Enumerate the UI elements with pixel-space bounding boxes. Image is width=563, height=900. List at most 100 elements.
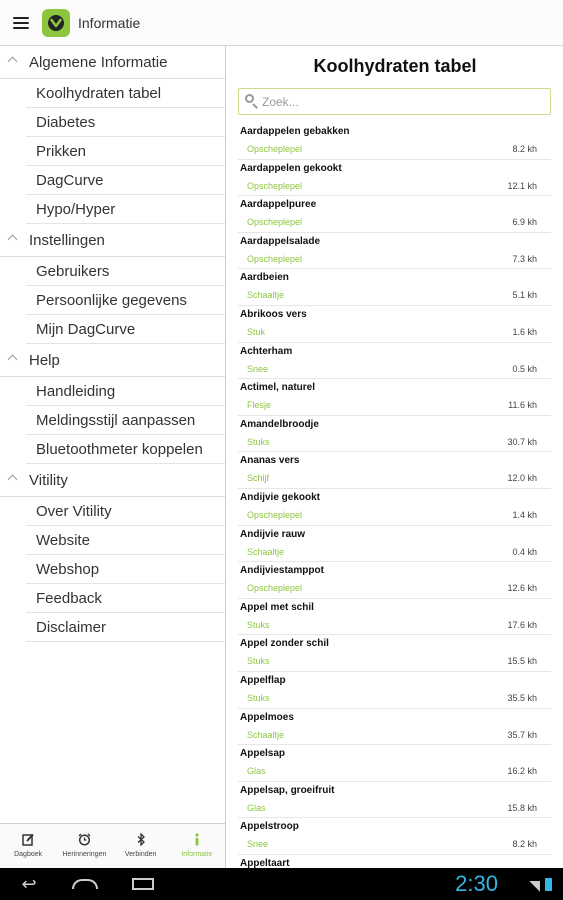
food-unit: Opscheplepel [247, 583, 303, 594]
tab-dagboek[interactable]: Dagboek [0, 824, 56, 868]
chevron-up-icon [7, 56, 18, 67]
list-item[interactable]: Andijvie gekookt Opscheplepel 1.4 kh [238, 489, 551, 526]
sidebar-item[interactable]: Meldingsstijl aanpassen [26, 406, 225, 435]
carb-value: 8.2 kh [512, 839, 537, 850]
system-nav-bar: ↩ 2:30 ◥ [0, 868, 563, 900]
menu-icon[interactable] [13, 16, 29, 29]
chevron-up-icon [7, 354, 18, 365]
food-unit: Snee [247, 839, 269, 850]
sidebar-group-header[interactable]: Algemene Informatie [0, 46, 225, 79]
sidebar-item[interactable]: Hypo/Hyper [26, 195, 225, 224]
food-unit: Glas [247, 766, 266, 777]
food-name: Appelsap [240, 748, 286, 760]
list-item[interactable]: Aardappelsalade Opscheplepel 7.3 kh [238, 233, 551, 270]
recent-apps-icon[interactable] [128, 868, 158, 900]
list-item[interactable]: Aardappelen gekookt Opscheplepel 12.1 kh [238, 160, 551, 197]
sidebar-item[interactable]: Persoonlijke gegevens [26, 286, 225, 315]
list-item[interactable]: Abrikoos vers Stuk 1.6 kh [238, 306, 551, 343]
main-panel: Koolhydraten tabel Aardappelen gebakken O… [227, 46, 563, 868]
sidebar-item[interactable]: DagCurve [26, 166, 225, 195]
home-icon[interactable] [70, 868, 100, 900]
sidebar-item[interactable]: Mijn DagCurve [26, 315, 225, 344]
list-item[interactable]: Appelstroop Snee 8.2 kh [238, 818, 551, 855]
food-name: Andijviestamppot [240, 565, 324, 577]
food-name: Actimel, naturel [240, 382, 316, 394]
list-item[interactable]: Aardbeien Schaaltje 5.1 kh [238, 269, 551, 306]
food-unit: Opscheplepel [247, 180, 303, 191]
food-unit: Schaaltje [247, 546, 285, 557]
food-unit: Flesje [247, 400, 272, 411]
sidebar-item[interactable]: Diabetes [26, 108, 225, 137]
list-item[interactable]: Aardappelen gebakken Opscheplepel 8.2 kh [238, 123, 551, 160]
sidebar-item[interactable]: Webshop [26, 555, 225, 584]
app-logo-icon[interactable] [42, 8, 70, 37]
carb-value: 15.8 kh [507, 802, 537, 813]
list-item[interactable]: Appelmoes Schaaltje 35.7 kh [238, 709, 551, 746]
sidebar-group-label: Algemene Informatie [29, 53, 168, 71]
sidebar-item[interactable]: Koolhydraten tabel [26, 79, 225, 108]
food-name: Aardappelen gekookt [240, 162, 342, 174]
sidebar-item[interactable]: Feedback [26, 584, 225, 613]
wifi-icon: ◥ [529, 877, 540, 893]
list-item[interactable]: Achterham Snee 0.5 kh [238, 343, 551, 380]
carb-value: 11.6 kh [508, 400, 537, 411]
tab-verbinden[interactable]: Verbinden [113, 824, 169, 868]
food-name: Achterham [240, 345, 293, 357]
carb-value: 7.3 kh [512, 253, 537, 264]
carb-value: 35.5 kh [507, 692, 537, 703]
search-icon [242, 92, 262, 112]
food-unit: Stuks [247, 436, 270, 447]
food-unit: Snee [247, 363, 269, 374]
sidebar-group-header[interactable]: Help [0, 344, 225, 377]
sidebar-group-header[interactable]: Vitility [0, 464, 225, 497]
search-input[interactable] [262, 94, 542, 109]
sidebar-item[interactable]: Website [26, 526, 225, 555]
carb-value: 30.7 kh [507, 436, 537, 447]
carb-value: 16.2 kh [507, 766, 537, 777]
food-name: Andijvie gekookt [240, 491, 321, 503]
list-item[interactable]: Appel zonder schil Stuks 15.5 kh [238, 635, 551, 672]
food-unit: Stuk [247, 326, 266, 337]
list-item[interactable]: Appelsap Glas 16.2 kh [238, 745, 551, 782]
sidebar-item[interactable]: Gebruikers [26, 257, 225, 286]
food-unit: Stuks [247, 619, 270, 630]
tab-informatie[interactable]: Informatie [169, 824, 225, 868]
sidebar-item[interactable]: Handleiding [26, 377, 225, 406]
sidebar-group-label: Instellingen [29, 231, 105, 249]
sidebar-item[interactable]: Bluetoothmeter koppelen [26, 435, 225, 464]
food-unit: Opscheplepel [247, 509, 303, 520]
list-item[interactable]: Amandelbroodje Stuks 30.7 kh [238, 416, 551, 453]
food-name: Aardbeien [240, 272, 289, 284]
food-unit: Stuks [247, 656, 270, 667]
back-icon[interactable]: ↩ [14, 868, 44, 900]
food-name: Aardappelpuree [240, 199, 317, 211]
sidebar-item[interactable]: Prikken [26, 137, 225, 166]
search-box[interactable] [238, 88, 551, 115]
food-unit: Opscheplepel [247, 217, 303, 228]
food-name: Appel met schil [240, 601, 314, 613]
food-name: Abrikoos vers [240, 308, 307, 320]
list-item[interactable]: Andijviestamppot Opscheplepel 12.6 kh [238, 562, 551, 599]
tab-herinneringen[interactable]: Herinneringen [56, 824, 112, 868]
food-name: Appelstroop [240, 821, 299, 833]
sidebar-group-label: Help [29, 351, 60, 369]
list-item[interactable]: Appelflap Stuks 35.5 kh [238, 672, 551, 709]
list-item[interactable]: Actimel, naturel Flesje 11.6 kh [238, 379, 551, 416]
sidebar-item[interactable]: Disclaimer [26, 613, 225, 642]
list-item[interactable]: Appeltaart [238, 855, 551, 868]
list-item[interactable]: Aardappelpuree Opscheplepel 6.9 kh [238, 196, 551, 233]
food-name: Aardappelen gebakken [240, 126, 350, 137]
tab-label: Verbinden [124, 851, 157, 858]
list-item[interactable]: Appelsap, groeifruit Glas 15.8 kh [238, 782, 551, 819]
food-name: Ananas vers [240, 455, 300, 467]
food-name: Appeltaart [240, 857, 290, 868]
sidebar: Algemene Informatie Koolhydraten tabel Dia… [0, 46, 226, 823]
list-item[interactable]: Appel met schil Stuks 17.6 kh [238, 599, 551, 636]
sidebar-item[interactable]: Over Vitility [26, 497, 225, 526]
food-name: Appelflap [240, 674, 286, 686]
list-item[interactable]: Andijvie rauw Schaaltje 0.4 kh [238, 526, 551, 563]
sidebar-group-header[interactable]: Instellingen [0, 224, 225, 257]
food-name: Appel zonder schil [240, 638, 329, 650]
list-item[interactable]: Ananas vers Schijf 12.0 kh [238, 452, 551, 489]
food-name: Andijvie rauw [240, 528, 306, 540]
